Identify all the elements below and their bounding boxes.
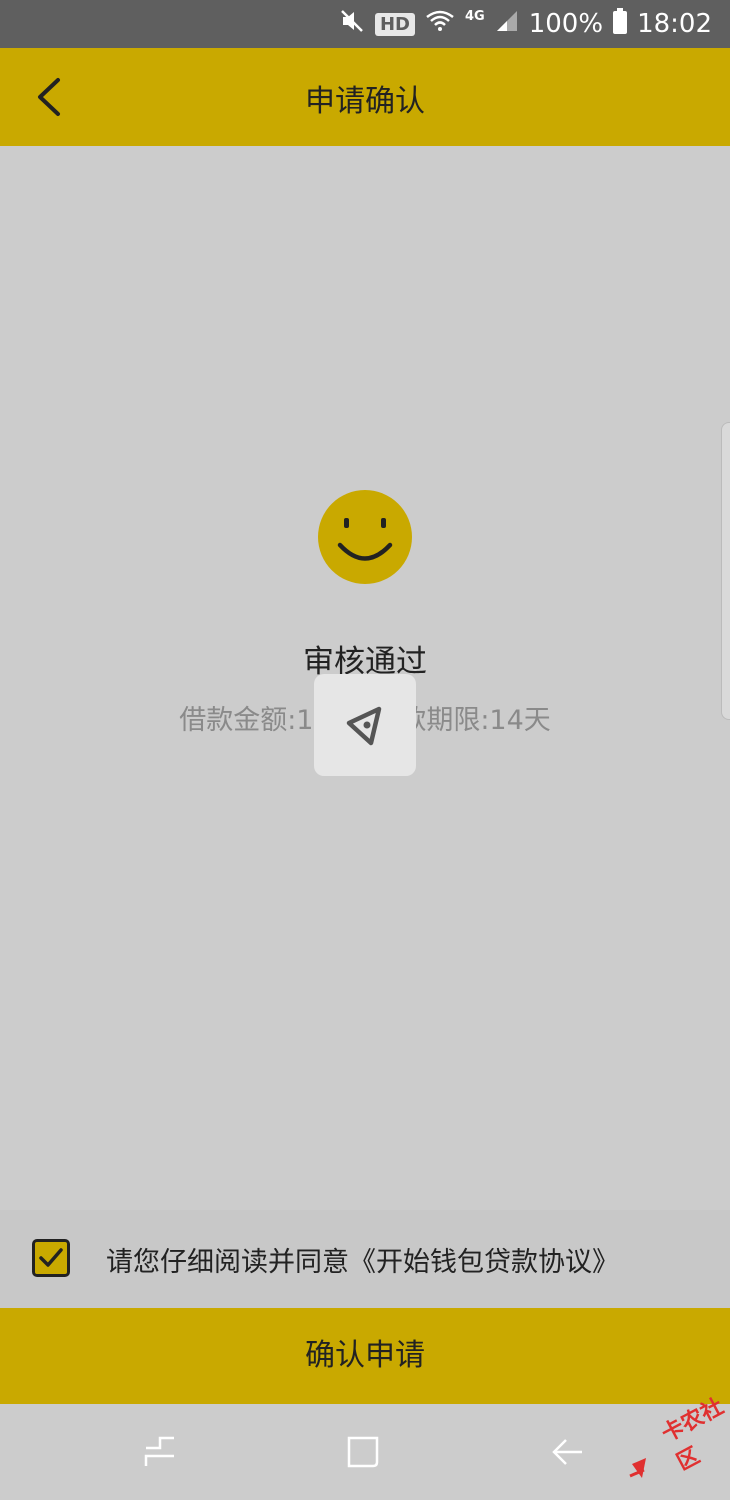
- battery-percent: 100%: [528, 9, 604, 39]
- clock: 18:02: [637, 9, 712, 39]
- recent-apps-icon[interactable]: [142, 1434, 178, 1470]
- agreement-checkbox[interactable]: [32, 1239, 70, 1277]
- checkmark-icon: [39, 1248, 63, 1267]
- hd-badge: HD: [374, 12, 415, 36]
- app-header: 申请确认: [0, 48, 730, 146]
- triangle-tag-icon: [346, 706, 382, 746]
- network-type: 4G: [465, 8, 485, 24]
- main-content: 审核通过 借款金额:10 款期限:14天: [0, 146, 730, 1210]
- page-title: 申请确认: [305, 84, 425, 119]
- confirm-apply-button[interactable]: 确认申请: [0, 1308, 730, 1404]
- home-icon[interactable]: [345, 1434, 381, 1470]
- battery-icon: [613, 7, 628, 41]
- mute-icon: [339, 8, 365, 41]
- smiley-icon: [318, 490, 412, 584]
- status-bar: HD 4G 100% 18:02: [0, 0, 730, 48]
- signal-icon: [495, 9, 519, 40]
- agreement-text[interactable]: 请您仔细阅读并同意《开始钱包贷款协议》: [106, 1240, 619, 1279]
- status-icons: HD 4G 100% 18:02: [339, 0, 712, 48]
- back-nav-icon[interactable]: [550, 1434, 586, 1470]
- agreement-bar: 请您仔细阅读并同意《开始钱包贷款协议》: [0, 1210, 730, 1308]
- floating-assist-button[interactable]: [314, 674, 416, 776]
- wifi-icon: [425, 9, 455, 40]
- edge-panel-handle[interactable]: [721, 422, 730, 720]
- system-nav-bar: [0, 1404, 730, 1500]
